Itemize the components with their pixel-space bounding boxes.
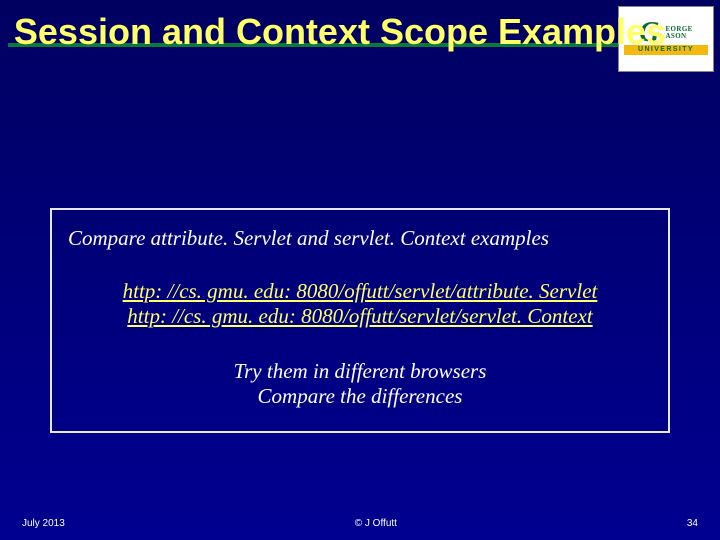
footer-date: July 2013 xyxy=(22,518,65,529)
footer-page-number: 34 xyxy=(687,518,698,529)
link-servlet-context[interactable]: http: //cs. gmu. edu: 8080/offutt/servle… xyxy=(127,304,592,329)
footer-copyright: © J Offutt xyxy=(65,518,687,529)
try-line2: Compare the differences xyxy=(258,384,463,408)
content-box: Compare attribute. Servlet and servlet. … xyxy=(50,208,670,433)
intro-text: Compare attribute. Servlet and servlet. … xyxy=(68,226,656,251)
try-text: Try them in different browsers Compare t… xyxy=(64,359,656,409)
link-attribute-servlet[interactable]: http: //cs. gmu. edu: 8080/offutt/servle… xyxy=(123,279,598,304)
slide-title: Session and Context Scope Examples xyxy=(0,12,720,52)
try-line1: Try them in different browsers xyxy=(234,359,487,383)
links: http: //cs. gmu. edu: 8080/offutt/servle… xyxy=(64,279,656,329)
footer: July 2013 © J Offutt 34 xyxy=(0,518,720,529)
